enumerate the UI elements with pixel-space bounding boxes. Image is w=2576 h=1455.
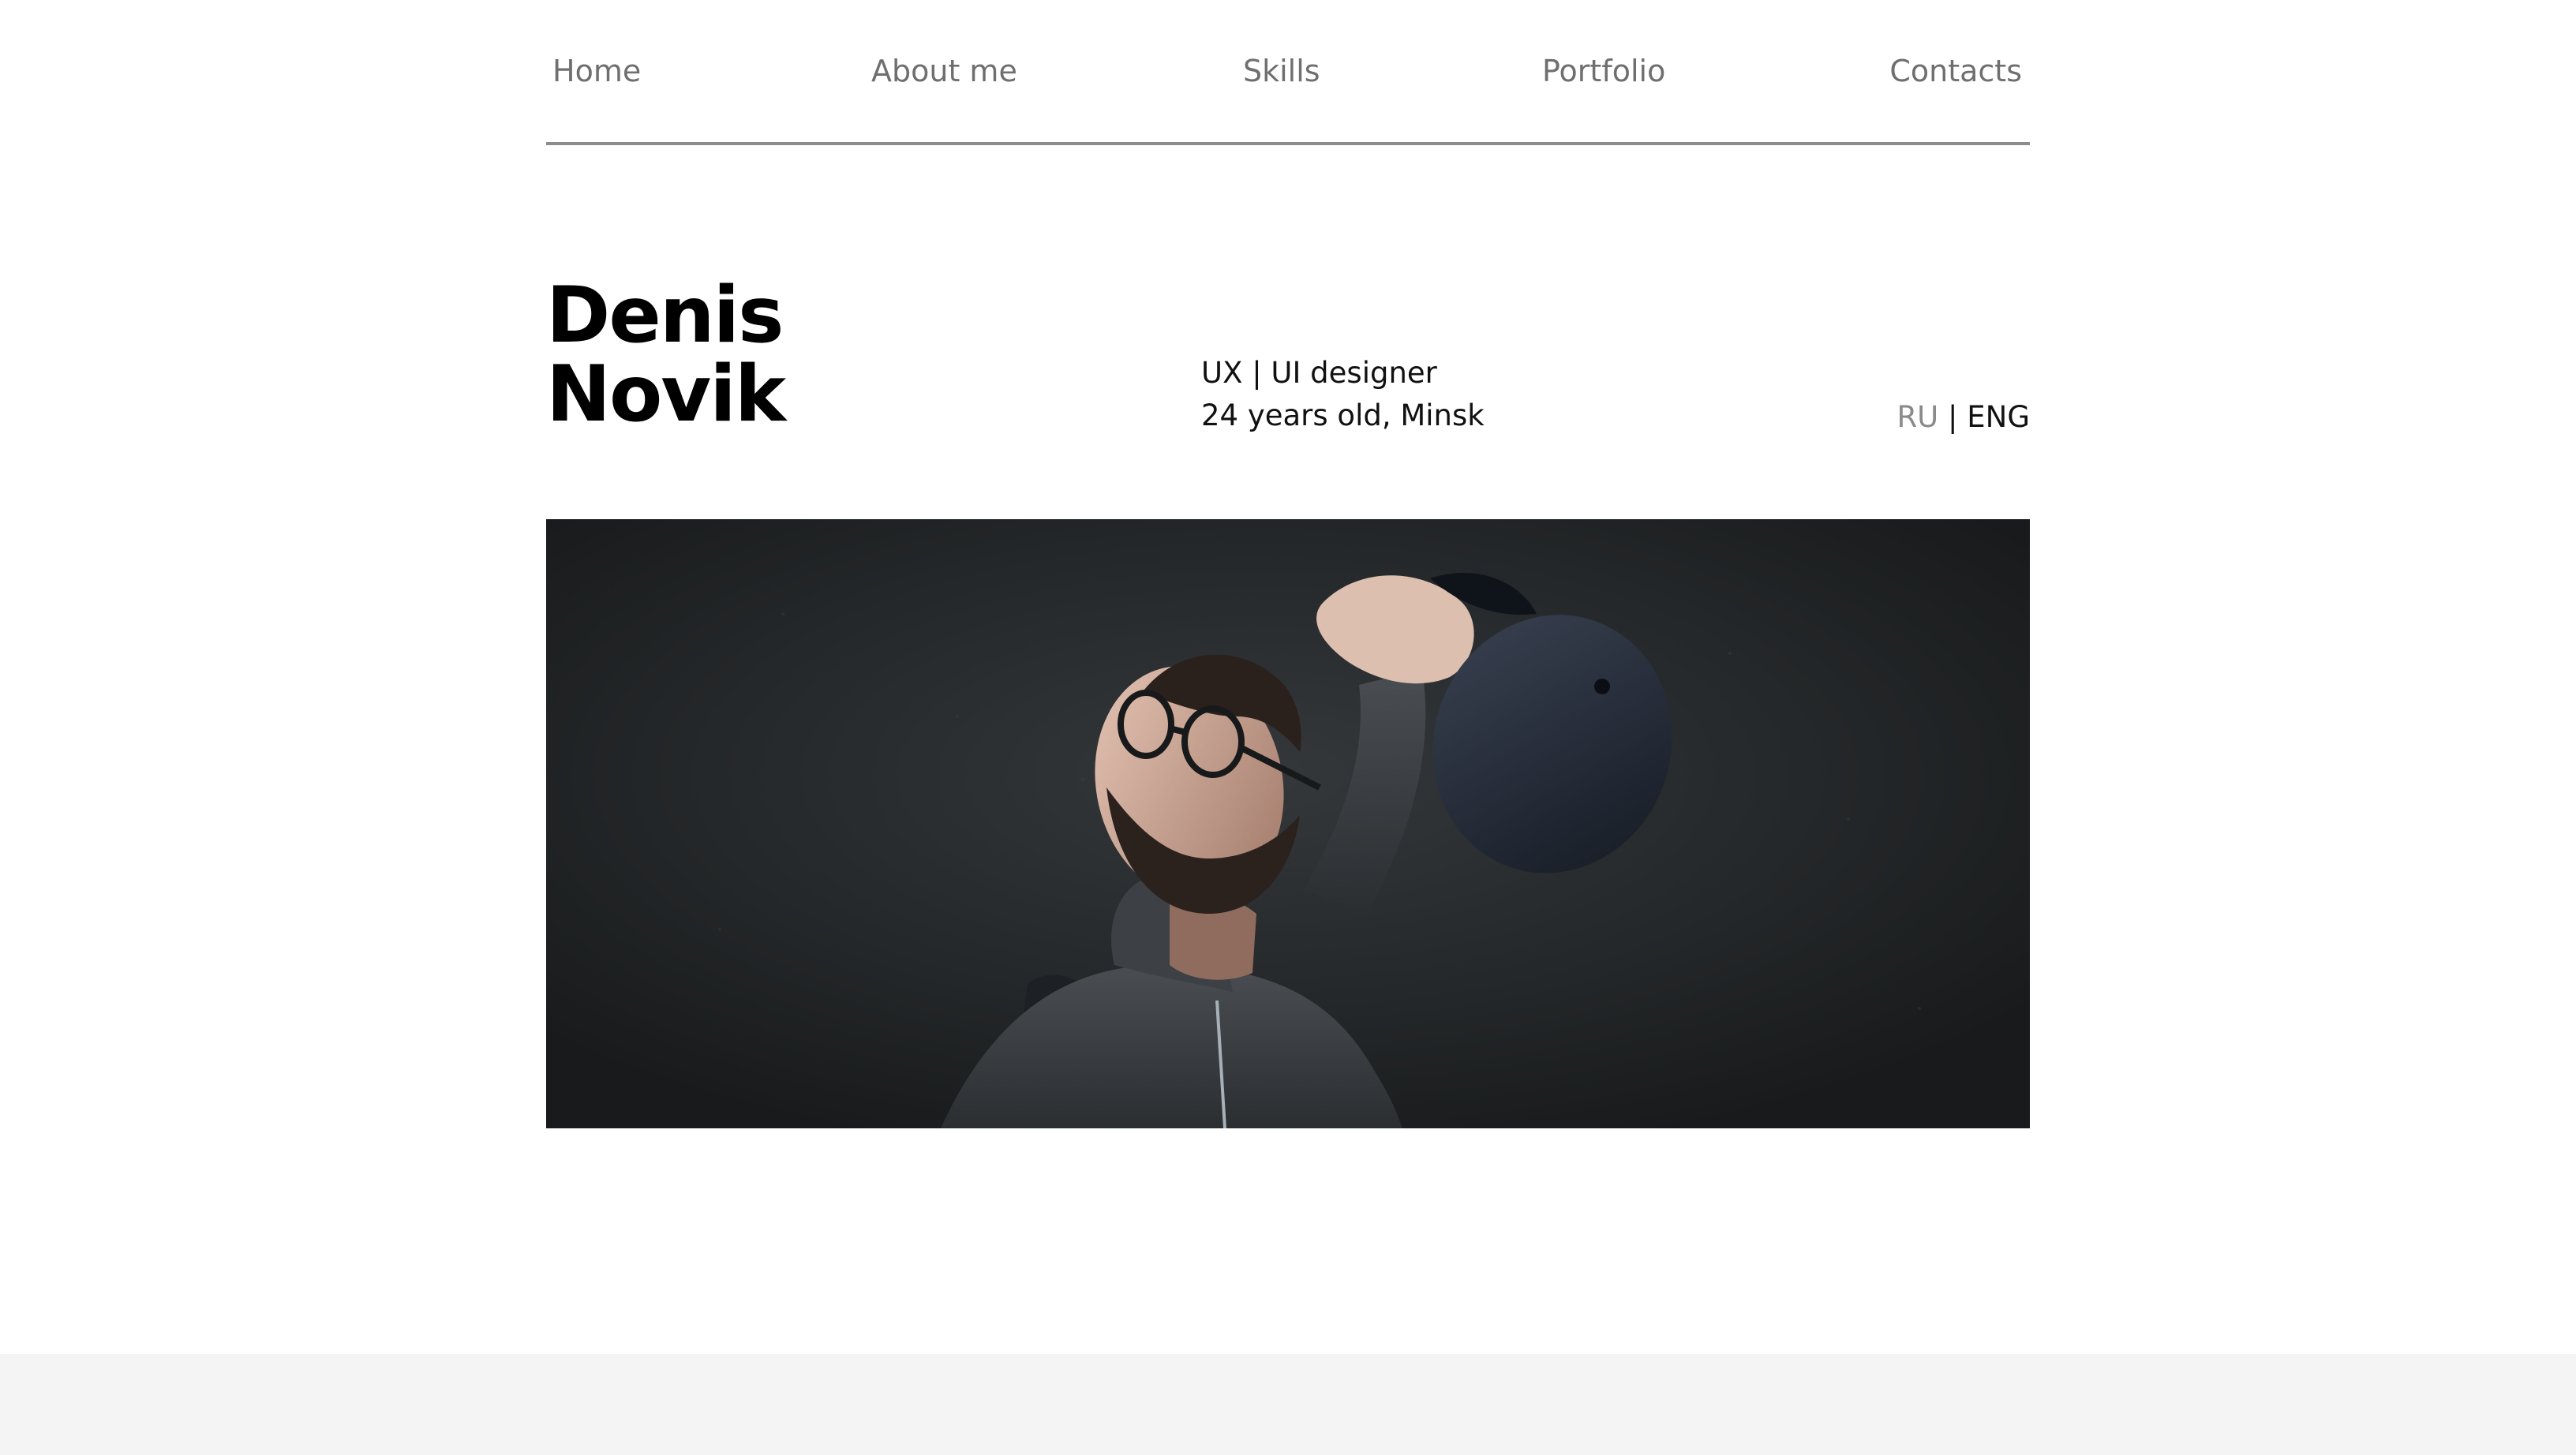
- nav-about-link[interactable]: About me: [871, 50, 1017, 92]
- nav-home-link[interactable]: Home: [552, 50, 641, 92]
- language-separator: |: [1948, 400, 1958, 434]
- nav-portfolio-link[interactable]: Portfolio: [1542, 50, 1665, 92]
- language-eng-option[interactable]: ENG: [1967, 400, 2030, 434]
- job-title: UX | UI designer: [1201, 356, 1437, 390]
- person-name: Denis Novik: [546, 271, 786, 439]
- portfolio-page: Home About me Skills Portfolio Contacts …: [0, 0, 2576, 1455]
- language-ru-option[interactable]: RU: [1896, 400, 1938, 434]
- footer-background-band: [0, 1354, 2576, 1455]
- age-location: 24 years old, Minsk: [1201, 398, 1485, 432]
- portrait-photo-illustration: [546, 519, 2030, 1128]
- language-switcher: RU | ENG: [1896, 396, 2030, 439]
- hero-photo: [546, 519, 2030, 1128]
- nav-contacts-link[interactable]: Contacts: [1889, 50, 2022, 92]
- nav-skills-link[interactable]: Skills: [1243, 50, 1320, 92]
- first-name: Denis: [546, 271, 784, 361]
- top-navigation: Home About me Skills Portfolio Contacts: [546, 0, 2030, 145]
- last-name: Novik: [546, 350, 786, 439]
- profile-summary: UX | UI designer 24 years old, Minsk: [1201, 352, 1485, 437]
